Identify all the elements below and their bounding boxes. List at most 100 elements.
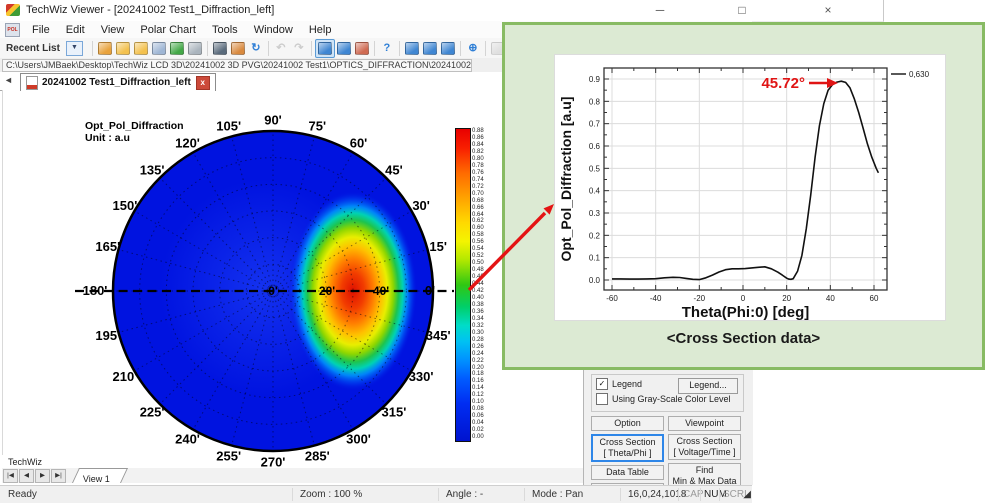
cross-section-voltage-time-button[interactable]: Cross Section[ Voltage/Time ]: [668, 434, 741, 460]
maximize-button[interactable]: □: [727, 1, 757, 19]
recent-list-label: Recent List: [6, 43, 60, 54]
cs-x-tick-label: -40: [650, 294, 662, 303]
prev-view-icon[interactable]: ◀: [19, 469, 34, 483]
data-table-button[interactable]: Data Table: [591, 465, 664, 480]
colorbar-tick-label: 0.34: [472, 316, 484, 322]
next-view-icon[interactable]: ▶: [35, 469, 50, 483]
dual-view-icon[interactable]: [335, 40, 353, 57]
grayscale-checkbox[interactable]: [596, 393, 608, 405]
cross-section-theta-phi-button[interactable]: Cross Section[ Theta/Phi ]: [591, 434, 664, 462]
view-tab[interactable]: View 1: [72, 468, 128, 483]
cs-x-tick-label: 40: [826, 294, 835, 303]
recent-list-dropdown[interactable]: ▼: [66, 41, 83, 56]
dual-view-icon: [337, 42, 351, 55]
minimize-button[interactable]: ─: [645, 1, 675, 19]
menu-item-view[interactable]: View: [93, 24, 133, 36]
button-label: [ Voltage/Time ]: [669, 447, 740, 458]
paste-icon[interactable]: [229, 40, 247, 57]
web-icon[interactable]: ⊕: [464, 40, 482, 57]
menu-item-file[interactable]: File: [24, 24, 58, 36]
cascade-windows-icon[interactable]: [403, 40, 421, 57]
tile-horizontal-icon[interactable]: [421, 40, 439, 57]
colorbar: [455, 128, 471, 442]
first-view-icon[interactable]: |◀: [3, 469, 18, 483]
tile-vertical-icon[interactable]: [439, 40, 457, 57]
polar-chart-unit: Unit : a.u: [85, 132, 184, 144]
colorbar-tick-label: 0.10: [472, 399, 484, 405]
help-icon[interactable]: ?: [378, 40, 396, 57]
redo-icon[interactable]: ↷: [290, 40, 308, 57]
viewpoint-button[interactable]: Viewpoint: [668, 416, 741, 431]
toolbar-separator: [374, 41, 375, 56]
menu-item-edit[interactable]: Edit: [58, 24, 93, 36]
cs-y-tick-label: 0.6: [589, 142, 601, 151]
close-button[interactable]: ×: [813, 1, 843, 19]
button-label: Viewpoint: [669, 418, 740, 429]
web-icon: ⊕: [468, 43, 477, 54]
open-folder-icon[interactable]: [96, 40, 114, 57]
snapshot-icon: [213, 42, 227, 55]
save-icon[interactable]: [150, 40, 168, 57]
single-view-icon[interactable]: [315, 39, 335, 58]
colorbar-tick-label: 0.66: [472, 205, 484, 211]
app-logo-icon: [6, 4, 20, 16]
colorbar-tick-label: 0.88: [472, 128, 484, 134]
status-zoom: Zoom : 100 %: [300, 489, 362, 500]
techwiz-viewer-window: TechWiz Viewer - [20241002 Test1_Diffrac…: [0, 0, 988, 503]
new-folder-icon[interactable]: [114, 40, 132, 57]
cs-y-tick-label: 0.7: [589, 120, 601, 129]
colorbar-tick-label: 0.72: [472, 184, 484, 190]
snapshot-icon[interactable]: [211, 40, 229, 57]
document-tab-label: 20241002 Test1_Diffraction_left: [42, 77, 191, 88]
cs-x-tick-label: -20: [694, 294, 706, 303]
paste-icon: [231, 42, 245, 55]
colorbar-tick-label: 0.52: [472, 253, 484, 259]
toolbar-separator: [460, 41, 461, 56]
toolbar-separator: [311, 41, 312, 56]
report-view-icon[interactable]: [353, 40, 371, 57]
colorbar-tick-label: 0.00: [472, 434, 484, 440]
legend-checkbox[interactable]: ✓: [596, 378, 608, 390]
colorbar-tick-label: 0.68: [472, 198, 484, 204]
menu-item-polar-chart[interactable]: Polar Chart: [132, 24, 204, 36]
legend-button[interactable]: Legend...: [678, 378, 738, 394]
cs-x-tick-label: -60: [606, 294, 618, 303]
undo-icon: ↶: [276, 43, 285, 54]
button-label: Option: [592, 418, 663, 429]
polar-chart-title-line: Opt_Pol_Diffraction: [85, 120, 184, 132]
document-tab[interactable]: 20241002 Test1_Diffraction_left x: [20, 73, 216, 91]
folder-icon[interactable]: [132, 40, 150, 57]
undo-icon[interactable]: ↶: [272, 40, 290, 57]
colorbar-tick-label: 0.38: [472, 302, 484, 308]
legend-checkbox-label: Legend: [612, 379, 642, 389]
import-data-icon[interactable]: [168, 40, 186, 57]
window-title: TechWiz Viewer - [20241002 Test1_Diffrac…: [26, 4, 274, 16]
colorbar-tick-label: 0.84: [472, 142, 484, 148]
button-label: Cross Section: [669, 436, 740, 447]
techwiz-label: TechWiz: [8, 457, 42, 467]
toolbar-separator: [92, 41, 93, 56]
file-path: C:\Users\JMBaek\Desktop\TechWiz LCD 3D\2…: [2, 59, 472, 72]
colorbar-tick-label: 0.16: [472, 378, 484, 384]
menu-item-tools[interactable]: Tools: [204, 24, 246, 36]
tab-close-icon[interactable]: x: [196, 76, 210, 90]
report-view-icon: [355, 42, 369, 55]
help-icon: ?: [384, 43, 391, 54]
refresh-icon[interactable]: ↻: [247, 40, 265, 57]
colorbar-tick-label: 0.60: [472, 225, 484, 231]
pol-file-icon: [26, 76, 38, 90]
cross-section-chart-panel: -60-40-2002040600.00.10.20.30.40.50.60.7…: [554, 54, 946, 321]
colorbar-tick-label: 0.58: [472, 232, 484, 238]
last-view-icon[interactable]: ▶|: [51, 469, 66, 483]
option-button[interactable]: Option: [591, 416, 664, 431]
single-view-icon: [318, 42, 332, 55]
tab-nav-left-icon[interactable]: ◄: [4, 75, 13, 85]
resize-grip[interactable]: ◢: [743, 489, 751, 500]
menu-item-help[interactable]: Help: [301, 24, 340, 36]
toolbar-separator: [485, 41, 486, 56]
save-icon: [152, 42, 166, 55]
export-data-icon[interactable]: [186, 40, 204, 57]
colorbar-tick-label: 0.80: [472, 156, 484, 162]
cs-y-tick-label: 0.2: [589, 231, 601, 240]
menu-item-window[interactable]: Window: [246, 24, 301, 36]
